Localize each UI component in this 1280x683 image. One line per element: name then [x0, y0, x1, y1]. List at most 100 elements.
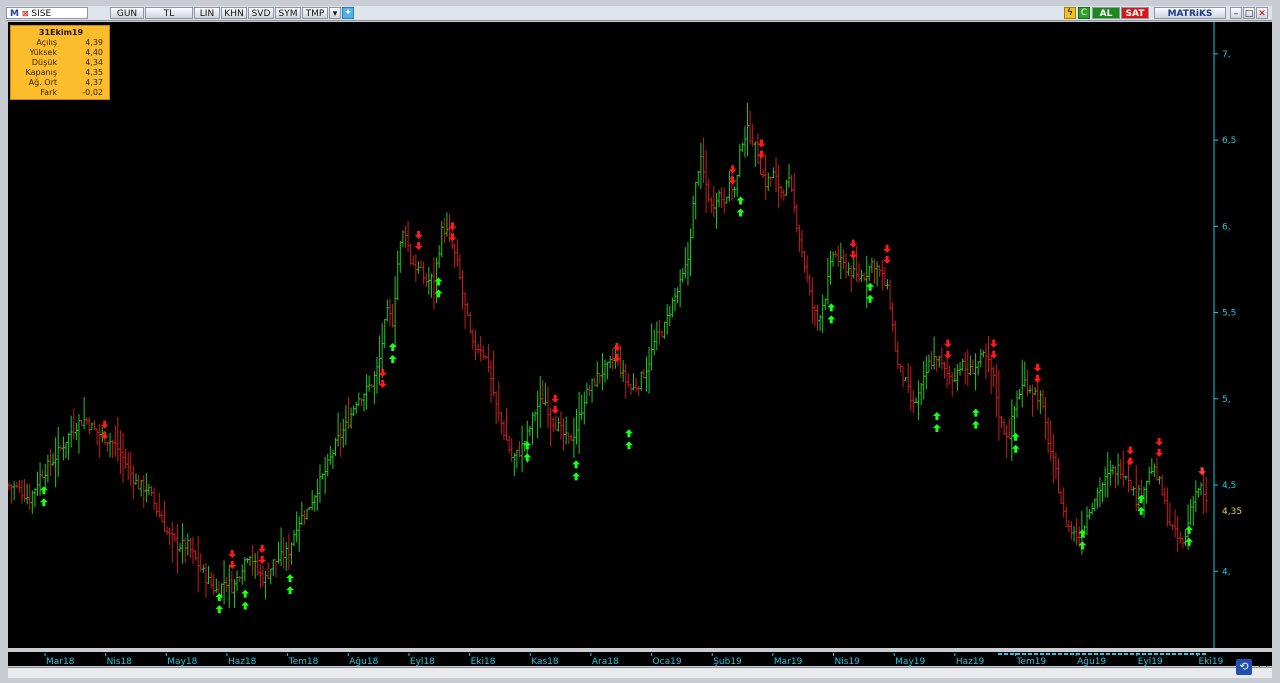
axis-marker [1118, 653, 1122, 655]
period-button[interactable]: GUN [110, 7, 144, 19]
buy-signal-arrow [286, 574, 295, 583]
sell-signal-arrow [1198, 467, 1207, 476]
info-value: 4,40 [85, 48, 103, 57]
info-label: Kapanış [25, 68, 57, 77]
buy-signal-arrow [827, 303, 836, 312]
buy-signal-arrow [523, 453, 532, 462]
dropdown-arrow-icon[interactable]: ▾ [329, 7, 341, 19]
info-row-close: Kapanış 4,35 [15, 68, 107, 78]
brand-logo: MATRiKS [1154, 7, 1226, 19]
scroll-left-icon[interactable]: ◂ [1256, 660, 1266, 672]
sell-signal-arrow [414, 230, 423, 239]
y-tick-label: 6, [1222, 222, 1231, 232]
info-value: 4,37 [85, 78, 103, 87]
x-tick-label: Eki19 [1198, 657, 1223, 667]
buy-signal-arrow [1011, 444, 1020, 453]
axis-marker [1196, 653, 1200, 655]
buy-signal-arrow [388, 355, 397, 364]
symbol-field[interactable]: M ⊠ SISE [6, 7, 88, 19]
buy-signal-arrow [572, 460, 581, 469]
sell-signal-arrow [883, 244, 892, 253]
x-tick-label: Ağu18 [349, 657, 378, 667]
buy-signal-arrow [39, 486, 48, 495]
buy-signal-arrow [971, 420, 980, 429]
template-button[interactable]: TMP [302, 7, 328, 19]
x-tick-label: Mar18 [46, 657, 75, 667]
axis-marker [1100, 653, 1104, 655]
time-axis-svg: Mar18 Nis18 May18 Haz18 Tem18 Ağu18 Eyl18 Eki18… [44, 653, 1224, 667]
buy-signal-arrow [572, 472, 581, 481]
app-window: M ⊠ SISE GUN TL LIN KHN SVD SYM TMP ▾ ✦ … [0, 0, 1280, 683]
sell-signal-arrow [612, 343, 621, 352]
buy-signal-arrow [434, 289, 443, 298]
sell-signal-arrow [989, 339, 998, 348]
sell-signal-arrow [1126, 446, 1135, 455]
x-tick-label: Nis18 [107, 657, 133, 667]
chart-toolbar: M ⊠ SISE GUN TL LIN KHN SVD SYM TMP ▾ ✦ … [6, 6, 1272, 21]
axis-marker [1028, 653, 1032, 655]
axis-marker [1136, 653, 1140, 655]
axis-marker [1034, 653, 1038, 655]
linear-scale-button[interactable]: LIN [194, 7, 220, 19]
axis-marker [1076, 653, 1080, 655]
axis-marker [1016, 653, 1020, 655]
buy-signal-arrow [624, 429, 633, 438]
axis-marker [1040, 653, 1044, 655]
y-tick-label: 7, [1222, 50, 1231, 60]
axis-marker [1106, 653, 1110, 655]
x-tick-label: Kas18 [531, 657, 559, 667]
buy-signal-arrow [971, 408, 980, 417]
currency-button[interactable]: TL [145, 7, 193, 19]
sell-signal-arrow [228, 550, 237, 559]
buy-signal-arrow [241, 601, 250, 610]
axis-marker [1160, 653, 1164, 655]
info-label: Düşük [31, 58, 57, 67]
ohlc-info-box: 31Ekim19 Açılış 4,39 Yüksek 4,40 Düşük 4,34… [10, 25, 110, 100]
axis-marker [1148, 653, 1152, 655]
axis-marker [1154, 653, 1158, 655]
status-bar: ⟲ ◂ ▸ [8, 659, 1272, 678]
info-value: 4,34 [85, 58, 103, 67]
info-label: Fark [40, 88, 57, 97]
svd-button[interactable]: SVD [248, 7, 274, 19]
y-tick-label: 5,5 [1222, 309, 1236, 319]
buy-button[interactable]: AL [1092, 7, 1120, 19]
sell-button[interactable]: SAT [1121, 7, 1149, 19]
sym-button[interactable]: SYM [275, 7, 301, 19]
sell-signal-arrow [551, 394, 560, 403]
x-tick-label: Haz18 [228, 657, 257, 667]
refresh-icon[interactable]: C [1078, 7, 1090, 19]
info-row-open: Açılış 4,39 [15, 38, 107, 48]
info-row-high: Yüksek 4,40 [15, 48, 107, 58]
buy-signal-arrow [1185, 537, 1194, 546]
buy-signal-arrow [1185, 525, 1194, 534]
buy-signal-arrow [624, 441, 633, 450]
info-value: -0,02 [82, 88, 103, 97]
info-label: Ağ. Ort [28, 78, 57, 87]
maximize-icon[interactable]: □ [1243, 7, 1255, 19]
axis-marker [1064, 653, 1068, 655]
buy-signal-arrow [866, 294, 875, 303]
sell-signal-arrow [883, 255, 892, 264]
buy-signal-arrow [39, 498, 48, 507]
y-tick-label: 4,5 [1222, 481, 1236, 491]
x-tick-label: Eyl19 [1138, 657, 1163, 667]
axis-marker [1010, 653, 1014, 655]
price-chart[interactable]: 4, 4,5 5, 5,5 6, 6,5 7, 4,35 [7, 22, 1272, 648]
sell-signal-arrow [258, 544, 267, 553]
sync-icon[interactable]: ⟲ [1236, 659, 1252, 675]
minimize-icon[interactable]: – [1230, 7, 1242, 19]
y-tick-label: 6,5 [1222, 136, 1236, 146]
close-icon[interactable]: ✕ [1256, 7, 1268, 19]
sell-signal-arrow [258, 555, 267, 564]
khn-button[interactable]: KHN [221, 7, 247, 19]
lightning-icon[interactable]: ϟ [1064, 7, 1076, 19]
scroll-right-icon[interactable]: ▸ [1266, 660, 1276, 672]
x-tick-label: Nis19 [835, 657, 861, 667]
axis-marker [1184, 653, 1188, 655]
info-date: 31Ekim19 [38, 28, 84, 37]
axis-marker [1124, 653, 1128, 655]
chart-area[interactable]: 4, 4,5 5, 5,5 6, 6,5 7, 4,35 [7, 22, 1272, 648]
twitter-icon[interactable]: ✦ [342, 7, 354, 19]
buy-signal-arrow [932, 424, 941, 433]
